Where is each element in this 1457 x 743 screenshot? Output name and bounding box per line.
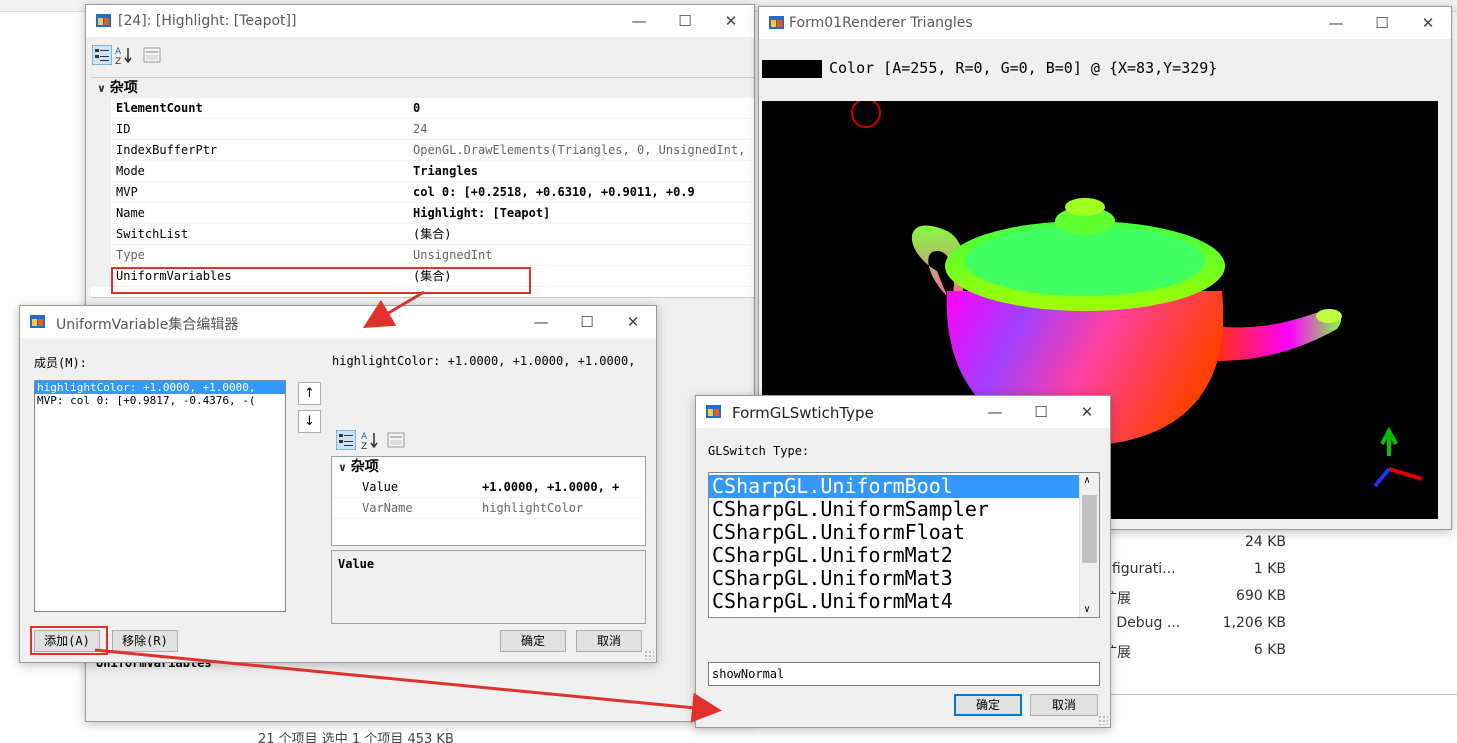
app-icon: [769, 16, 784, 29]
background-file-list: 24 KB nfigurati... 1 KB 扩展 690 KB n Debug …: [1100, 530, 1457, 695]
scroll-thumb[interactable]: [1082, 495, 1097, 563]
file-row[interactable]: 扩展 6 KB: [1101, 638, 1457, 665]
close-button[interactable]: ✕: [1064, 396, 1110, 428]
file-row[interactable]: 扩展 690 KB: [1101, 584, 1457, 611]
list-item[interactable]: CSharpGL.UniformSampler: [709, 498, 1079, 521]
chevron-up-icon[interactable]: ∧: [1084, 475, 1090, 486]
window-title: FormGLSwtichType: [732, 404, 874, 422]
chevron-down-icon[interactable]: ∨: [1084, 604, 1090, 615]
property-toolbar: AZ: [86, 37, 754, 77]
property-row[interactable]: VarName highlightColor: [332, 498, 645, 519]
categorized-icon[interactable]: [92, 45, 112, 65]
property-row[interactable]: Name Highlight: [Teapot]: [91, 203, 754, 224]
file-row[interactable]: n Debug ... 1,206 KB: [1101, 611, 1457, 638]
axis-z-arrow: [1373, 467, 1391, 488]
uniform-collection-editor: UniformVariable集合编辑器 — ☐ ✕ 成员(M): highli…: [19, 305, 657, 663]
gl-switch-type-window: FormGLSwtichType — ☐ ✕ GLSwitch Type: CS…: [695, 395, 1111, 728]
color-readout: Color [A=255, R=0, G=0, B=0] @ {X=83,Y=3…: [829, 59, 1218, 77]
property-row[interactable]: SwitchList (集合): [91, 224, 754, 245]
remove-button[interactable]: 移除(R): [112, 630, 178, 652]
axis-y-arrow: [1380, 426, 1398, 456]
list-item[interactable]: CSharpGL.UniformMat4: [709, 590, 1079, 613]
axis-x-arrow: [1388, 467, 1423, 481]
maximize-button[interactable]: ☐: [564, 306, 610, 338]
svg-text:A: A: [361, 432, 368, 442]
minimize-button[interactable]: —: [972, 396, 1018, 428]
property-grid: ∨ 杂项 ElementCount 0 ID 24 IndexBufferPtr Op…: [91, 77, 754, 297]
list-item[interactable]: CSharpGL.UniformMat3: [709, 567, 1079, 590]
category-header[interactable]: ∨ 杂项: [91, 78, 754, 98]
minimize-button[interactable]: —: [518, 306, 564, 338]
close-button[interactable]: ✕: [708, 5, 754, 37]
maximize-button[interactable]: ☐: [662, 5, 708, 37]
property-row[interactable]: Mode Triangles: [91, 161, 754, 182]
ok-button[interactable]: 确定: [500, 630, 566, 652]
property-row[interactable]: Value +1.0000, +1.0000, +: [332, 477, 645, 498]
switch-name-input[interactable]: showNormal: [708, 662, 1100, 686]
window-title: UniformVariable集合编辑器: [56, 317, 239, 333]
title-bar[interactable]: UniformVariable集合编辑器 — ☐ ✕: [20, 306, 656, 338]
sort-alpha-icon[interactable]: AZ: [360, 430, 380, 450]
minimize-button[interactable]: —: [616, 5, 662, 37]
description-title: Value: [338, 557, 375, 571]
file-row[interactable]: 24 KB: [1101, 530, 1457, 557]
sort-alpha-icon[interactable]: AZ: [114, 45, 134, 65]
list-item[interactable]: CSharpGL.UniformFloat: [709, 521, 1079, 544]
cursor-circle: [851, 101, 881, 128]
list-item[interactable]: highlightColor: +1.0000, +1.0000,: [35, 381, 285, 394]
ok-button[interactable]: 确定: [954, 694, 1022, 716]
resize-grip[interactable]: [644, 650, 654, 660]
minimize-button[interactable]: —: [1313, 7, 1359, 39]
member-property-grid: ∨ 杂项 Value +1.0000, +1.0000, + VarName hig…: [331, 456, 646, 546]
property-row[interactable]: MVP col 0: [+0.2518, +0.6310, +0.9011, +0…: [91, 182, 754, 203]
properties-header: highlightColor: +1.0000, +1.0000, +1.000…: [332, 354, 636, 368]
app-icon: [706, 405, 721, 418]
close-button[interactable]: ✕: [1405, 7, 1451, 39]
property-row[interactable]: IndexBufferPtr OpenGL.DrawElements(Triang…: [91, 140, 754, 161]
window-title: Form01Renderer Triangles: [789, 15, 973, 31]
window-title: [24]: [Highlight: [Teapot]]: [118, 13, 297, 29]
member-description-pane: Value: [331, 550, 646, 624]
move-down-button[interactable]: ↓: [298, 410, 321, 433]
switch-type-label: GLSwitch Type:: [708, 444, 810, 458]
members-label: 成员(M):: [34, 356, 87, 370]
app-icon: [96, 14, 111, 27]
highlight-annotation-box: [30, 626, 108, 655]
list-item[interactable]: CSharpGL.UniformMat2: [709, 544, 1079, 567]
svg-text:Z: Z: [115, 57, 121, 65]
property-row[interactable]: ElementCount 0: [91, 98, 754, 119]
chevron-down-icon[interactable]: ∨: [97, 82, 110, 95]
resize-grip[interactable]: [1098, 715, 1108, 725]
file-row[interactable]: nfigurati... 1 KB: [1101, 557, 1457, 584]
explorer-status-bar: 21 个项目 选中 1 个项目 453 KB: [240, 728, 520, 743]
property-row[interactable]: Type UnsignedInt: [91, 245, 754, 266]
categorized-icon[interactable]: [336, 430, 356, 450]
members-list[interactable]: highlightColor: +1.0000, +1.0000, MVP: c…: [34, 380, 286, 612]
cancel-button[interactable]: 取消: [576, 630, 642, 652]
title-bar[interactable]: FormGLSwtichType — ☐ ✕: [696, 396, 1110, 428]
list-scrollbar[interactable]: ∧ ∨: [1079, 473, 1099, 617]
switch-type-list[interactable]: CSharpGL.UniformBool CSharpGL.UniformSam…: [708, 472, 1100, 618]
move-up-button[interactable]: ↑: [298, 382, 321, 405]
maximize-button[interactable]: ☐: [1359, 7, 1405, 39]
svg-text:A: A: [115, 47, 122, 57]
close-button[interactable]: ✕: [610, 306, 656, 338]
svg-text:Z: Z: [361, 442, 367, 450]
title-bar[interactable]: Form01Renderer Triangles — ☐ ✕: [759, 7, 1451, 39]
property-pages-icon[interactable]: [386, 430, 406, 450]
list-item[interactable]: CSharpGL.UniformBool: [709, 475, 1079, 498]
property-pages-icon[interactable]: [142, 45, 162, 65]
chevron-down-icon[interactable]: ∨: [338, 461, 351, 474]
color-swatch: [762, 60, 822, 78]
category-header[interactable]: ∨ 杂项: [332, 457, 645, 477]
list-item[interactable]: MVP: col 0: [+0.9817, -0.4376, -(: [35, 394, 285, 407]
maximize-button[interactable]: ☐: [1018, 396, 1064, 428]
title-bar[interactable]: [24]: [Highlight: [Teapot]] — ☐ ✕: [86, 5, 754, 37]
highlight-annotation-box: [111, 267, 531, 294]
property-row[interactable]: ID 24: [91, 119, 754, 140]
cancel-button[interactable]: 取消: [1030, 694, 1098, 716]
app-icon: [30, 315, 45, 328]
